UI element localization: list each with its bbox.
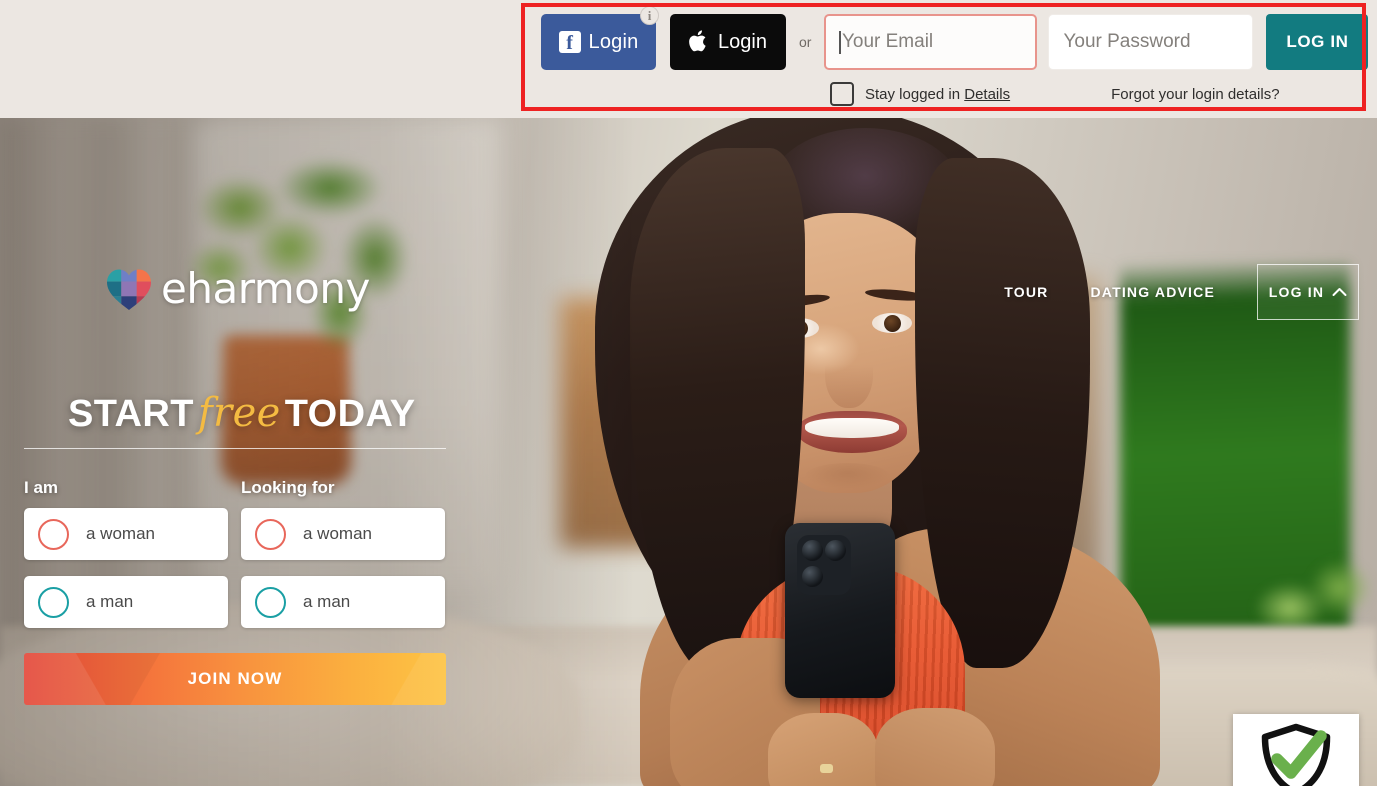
stay-logged-in-text: Stay logged in bbox=[865, 85, 961, 103]
radio-icon[interactable] bbox=[38, 586, 69, 618]
hero-section: eharmony TOUR DATING ADVICE LOG IN START… bbox=[0, 118, 1377, 786]
hero-nav: TOUR DATING ADVICE LOG IN bbox=[1004, 264, 1359, 320]
login-secondary-row: Stay logged in Details Forgot your login… bbox=[541, 79, 1368, 109]
shield-check-icon bbox=[1257, 723, 1335, 786]
looking-for-option-man[interactable]: a man bbox=[241, 576, 445, 628]
page-root: f Login i Login or Your Email Your Passw… bbox=[0, 0, 1377, 786]
eharmony-heart-icon bbox=[106, 267, 152, 311]
apple-login-button[interactable]: Login bbox=[670, 14, 786, 70]
text-caret bbox=[839, 30, 841, 54]
looking-for-option-woman[interactable]: a woman bbox=[241, 508, 445, 560]
eharmony-logo-text: eharmony bbox=[161, 264, 370, 313]
join-now-button[interactable]: JOIN NOW bbox=[24, 653, 446, 705]
or-separator: or bbox=[799, 34, 812, 50]
join-now-label: JOIN NOW bbox=[187, 669, 283, 688]
details-link[interactable]: Details bbox=[964, 86, 1010, 103]
headline-pre: START bbox=[68, 393, 194, 435]
i-am-label: I am bbox=[24, 478, 59, 497]
info-icon[interactable]: i bbox=[640, 6, 659, 25]
login-cluster: f Login i Login or Your Email Your Passw… bbox=[541, 6, 1369, 109]
looking-for-label: Looking for bbox=[241, 478, 335, 497]
nav-dating-advice[interactable]: DATING ADVICE bbox=[1091, 284, 1216, 300]
phone-prop bbox=[785, 523, 895, 698]
i-am-option-man[interactable]: a man bbox=[24, 576, 228, 628]
nav-log-in-label: LOG IN bbox=[1268, 284, 1325, 300]
eharmony-logo[interactable]: eharmony bbox=[106, 264, 370, 313]
headline-divider bbox=[24, 448, 446, 449]
radio-icon[interactable] bbox=[255, 586, 286, 618]
i-am-option-woman[interactable]: a woman bbox=[24, 508, 228, 560]
password-input[interactable]: Your Password bbox=[1048, 14, 1254, 70]
login-controls-row: f Login i Login or Your Email Your Passw… bbox=[541, 6, 1369, 71]
apple-icon bbox=[689, 29, 709, 56]
headline-post: TODAY bbox=[284, 393, 416, 435]
nav-log-in-button[interactable]: LOG IN bbox=[1257, 264, 1359, 320]
top-login-bar: f Login i Login or Your Email Your Passw… bbox=[0, 0, 1377, 118]
radio-icon[interactable] bbox=[38, 518, 69, 550]
facebook-login-button[interactable]: f Login i bbox=[541, 6, 659, 70]
forgot-login-link[interactable]: Forgot your login details? bbox=[1111, 86, 1279, 103]
chevron-up-icon bbox=[1332, 284, 1347, 300]
apple-login-label: Login bbox=[718, 30, 767, 53]
trusted-dating-app-badge: #1 TRUSTED DATING APP ★★★★★ *Based on a … bbox=[1233, 714, 1359, 786]
looking-for-option-man-label: a man bbox=[303, 592, 351, 611]
facebook-login-label: Login bbox=[588, 30, 639, 53]
looking-for-option-woman-label: a woman bbox=[303, 524, 372, 543]
password-placeholder: Your Password bbox=[1063, 31, 1191, 52]
email-input[interactable]: Your Email bbox=[824, 14, 1038, 70]
radio-icon[interactable] bbox=[255, 518, 286, 550]
facebook-icon: f bbox=[558, 31, 581, 53]
stay-logged-in-label: Stay logged in Details bbox=[865, 86, 1010, 103]
i-am-option-woman-label: a woman bbox=[86, 524, 155, 543]
hero-headline: START free TODAY bbox=[68, 390, 416, 436]
headline-accent: free bbox=[197, 390, 281, 436]
stay-logged-in-checkbox[interactable] bbox=[830, 82, 854, 106]
nav-tour[interactable]: TOUR bbox=[1004, 284, 1048, 300]
log-in-button[interactable]: LOG IN bbox=[1266, 14, 1369, 70]
hero-person bbox=[520, 118, 1160, 786]
i-am-option-man-label: a man bbox=[86, 592, 134, 611]
email-placeholder: Your Email bbox=[841, 31, 934, 52]
